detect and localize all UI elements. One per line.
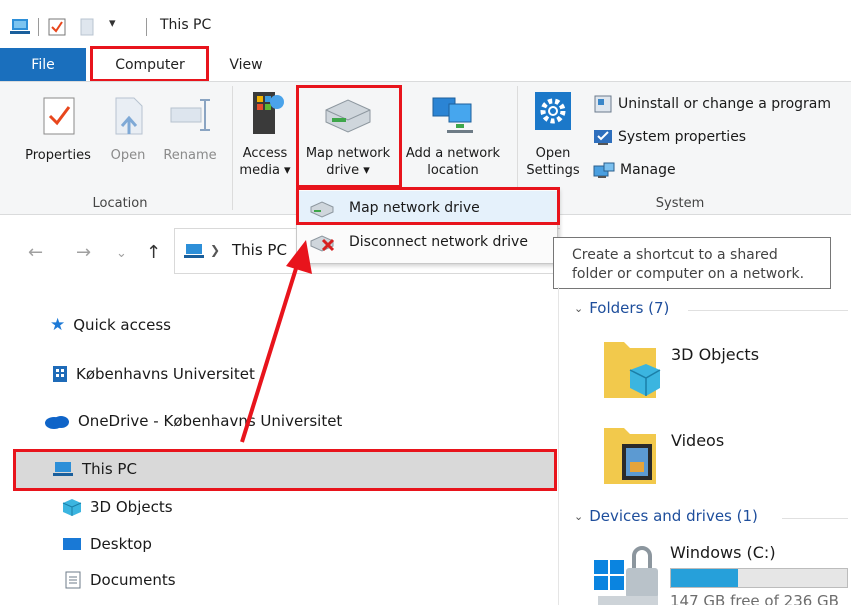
devices-section-header[interactable]: ⌄ Devices and drives (1) [574, 507, 758, 525]
manage-label: Manage [620, 162, 676, 178]
open-settings-label-2: Settings [526, 163, 580, 178]
drive-name-label[interactable]: Windows (C:) [670, 543, 776, 562]
uninstall-program-button[interactable]: Uninstall or change a program [592, 94, 831, 114]
properties-check-icon[interactable] [48, 18, 66, 36]
folders-section-header[interactable]: ⌄ Folders (7) [574, 299, 669, 317]
customize-quick-access-icon[interactable]: ▾ [109, 16, 116, 31]
nav-desktop[interactable]: Desktop [62, 535, 152, 553]
map-drive-tooltip: Create a shortcut to a shared folder or … [553, 237, 831, 289]
manage-computer-icon [593, 162, 615, 178]
back-arrow-icon[interactable]: ← [28, 242, 43, 263]
folders-section-line [688, 310, 848, 311]
building-icon [53, 366, 67, 382]
breadcrumb-chevron-icon[interactable]: ❯ [210, 243, 220, 257]
system-properties-button[interactable]: System properties [592, 127, 746, 147]
title-separator-2 [146, 18, 147, 36]
collapse-chevron-icon: ⌄ [574, 301, 584, 315]
documents-icon [65, 571, 81, 589]
desktop-icon [63, 538, 81, 550]
devices-section-label: Devices and drives (1) [589, 507, 758, 525]
settings-gear-icon [535, 92, 571, 130]
drive-free-space-label: 147 GB free of 236 GB [670, 592, 839, 605]
drive-usage-fill [671, 569, 738, 587]
address-pc-icon [184, 244, 204, 258]
devices-collapse-chevron-icon: ⌄ [574, 509, 584, 523]
nav-desktop-label: Desktop [90, 535, 152, 553]
up-arrow-icon[interactable]: ↑ [146, 242, 161, 263]
windows-drive-icon[interactable] [592, 540, 666, 605]
title-bar [0, 0, 851, 44]
open-label: Open [110, 148, 146, 163]
add-network-location-label-2: location [427, 163, 479, 178]
folders-section-label: Folders (7) [589, 299, 670, 317]
nav-3d-objects[interactable]: 3D Objects [62, 498, 173, 516]
cube-icon [62, 499, 82, 516]
devices-section-line [782, 518, 848, 519]
annotation-arrow [240, 240, 312, 443]
open-file-icon [115, 97, 143, 135]
location-group-label: Location [92, 196, 148, 211]
recent-locations-icon[interactable]: ⌄ [116, 246, 127, 261]
nav-3d-objects-label: 3D Objects [90, 498, 173, 516]
add-network-location-label-1: Add a network [405, 146, 501, 161]
network-location-icon [432, 97, 473, 133]
nav-quick-access[interactable]: ★ Quick access [50, 315, 171, 335]
tooltip-line-2: folder or computer on a network. [572, 266, 805, 282]
system-properties-label: System properties [618, 129, 747, 145]
system-group-label: System [655, 196, 705, 211]
access-media-icon [253, 92, 284, 134]
open-settings-button[interactable]: Open Settings [522, 88, 584, 179]
rename-icon [170, 99, 210, 131]
highlight-computer-tab [90, 46, 209, 82]
open-button[interactable]: Open [103, 92, 153, 164]
folder-videos-label[interactable]: Videos [671, 431, 724, 450]
rename-label: Rename [163, 148, 217, 163]
access-media-label-1: Access [242, 146, 288, 161]
menu-item-disconnect-network-drive-label: Disconnect network drive [349, 234, 528, 250]
ribbon-separator-1 [232, 86, 233, 210]
uninstall-program-icon [594, 95, 612, 113]
nav-documents[interactable]: Documents [64, 571, 176, 589]
nav-quick-access-label: Quick access [73, 316, 171, 334]
pane-divider [558, 287, 559, 605]
open-settings-label-1: Open [535, 146, 571, 161]
rename-button[interactable]: Rename [158, 92, 222, 164]
properties-label: Properties [25, 148, 91, 163]
access-media-button[interactable]: Access media ▾ [236, 88, 294, 179]
folder-videos-icon[interactable] [600, 422, 662, 492]
properties-icon [43, 97, 75, 135]
highlight-map-network-drive-item [296, 187, 560, 225]
onedrive-cloud-icon [45, 416, 69, 429]
window-title: This PC [160, 17, 212, 33]
new-folder-icon[interactable] [78, 18, 96, 36]
menu-item-disconnect-network-drive[interactable]: Disconnect network drive [297, 225, 557, 259]
forward-arrow-icon[interactable]: → [76, 242, 91, 263]
manage-button[interactable]: Manage [592, 160, 676, 180]
folder-3d-objects-icon[interactable] [600, 336, 662, 406]
tab-view[interactable]: View [218, 48, 274, 81]
tooltip-line-1: Create a shortcut to a shared [572, 247, 778, 263]
nav-documents-label: Documents [90, 571, 176, 589]
access-media-label-2: media ▾ [239, 163, 291, 178]
this-pc-icon [10, 19, 30, 34]
highlight-map-network-drive [296, 85, 402, 188]
system-properties-icon [594, 130, 612, 145]
star-icon: ★ [50, 315, 66, 335]
tab-file[interactable]: File [0, 48, 86, 81]
add-network-location-button[interactable]: Add a network location [400, 88, 506, 179]
uninstall-program-label: Uninstall or change a program [618, 96, 832, 112]
folder-3d-objects-label[interactable]: 3D Objects [671, 345, 759, 364]
title-separator [38, 18, 39, 36]
highlight-this-pc [13, 449, 557, 491]
properties-button[interactable]: Properties [18, 92, 98, 164]
